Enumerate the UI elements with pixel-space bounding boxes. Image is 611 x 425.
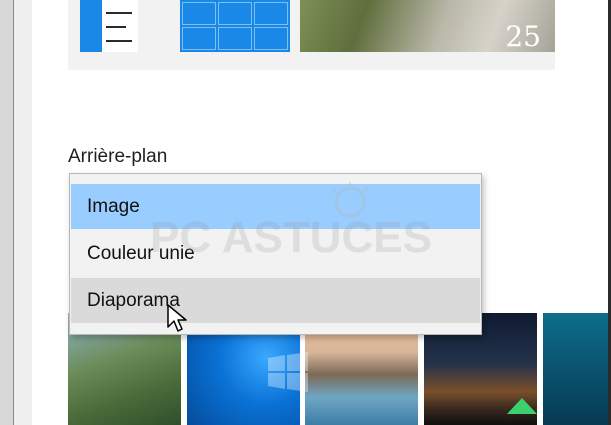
dropdown-option-slideshow[interactable]: Diaporama bbox=[71, 278, 480, 323]
tent-glow bbox=[507, 398, 537, 414]
preview-tile bbox=[254, 2, 288, 25]
background-label: Arrière-plan bbox=[68, 146, 168, 167]
dropdown-option-image[interactable]: Image bbox=[71, 184, 480, 229]
mouse-cursor-icon bbox=[167, 304, 187, 332]
preview-start-square bbox=[80, 0, 102, 52]
preview-tile bbox=[182, 27, 216, 50]
background-preview: 25 bbox=[68, 0, 555, 70]
preview-tile bbox=[182, 2, 216, 25]
window-frame-left bbox=[0, 0, 14, 425]
preview-tile bbox=[218, 27, 252, 50]
sidebar-strip bbox=[14, 0, 32, 425]
preview-tile-grid bbox=[180, 0, 290, 52]
preview-start-tile bbox=[80, 0, 138, 52]
preview-menu-line bbox=[106, 40, 132, 42]
preview-menu-line bbox=[106, 26, 126, 28]
background-thumbnail[interactable] bbox=[543, 313, 608, 425]
windows-logo-icon bbox=[268, 352, 308, 392]
preview-clock: 25 bbox=[505, 20, 541, 53]
preview-photo: 25 bbox=[300, 0, 555, 53]
preview-menu-line bbox=[106, 12, 132, 14]
preview-tile bbox=[254, 27, 288, 50]
preview-tile bbox=[218, 2, 252, 25]
dropdown-option-solid-color[interactable]: Couleur unie bbox=[71, 231, 480, 276]
background-type-dropdown[interactable]: Image Couleur unie Diaporama bbox=[69, 173, 482, 335]
